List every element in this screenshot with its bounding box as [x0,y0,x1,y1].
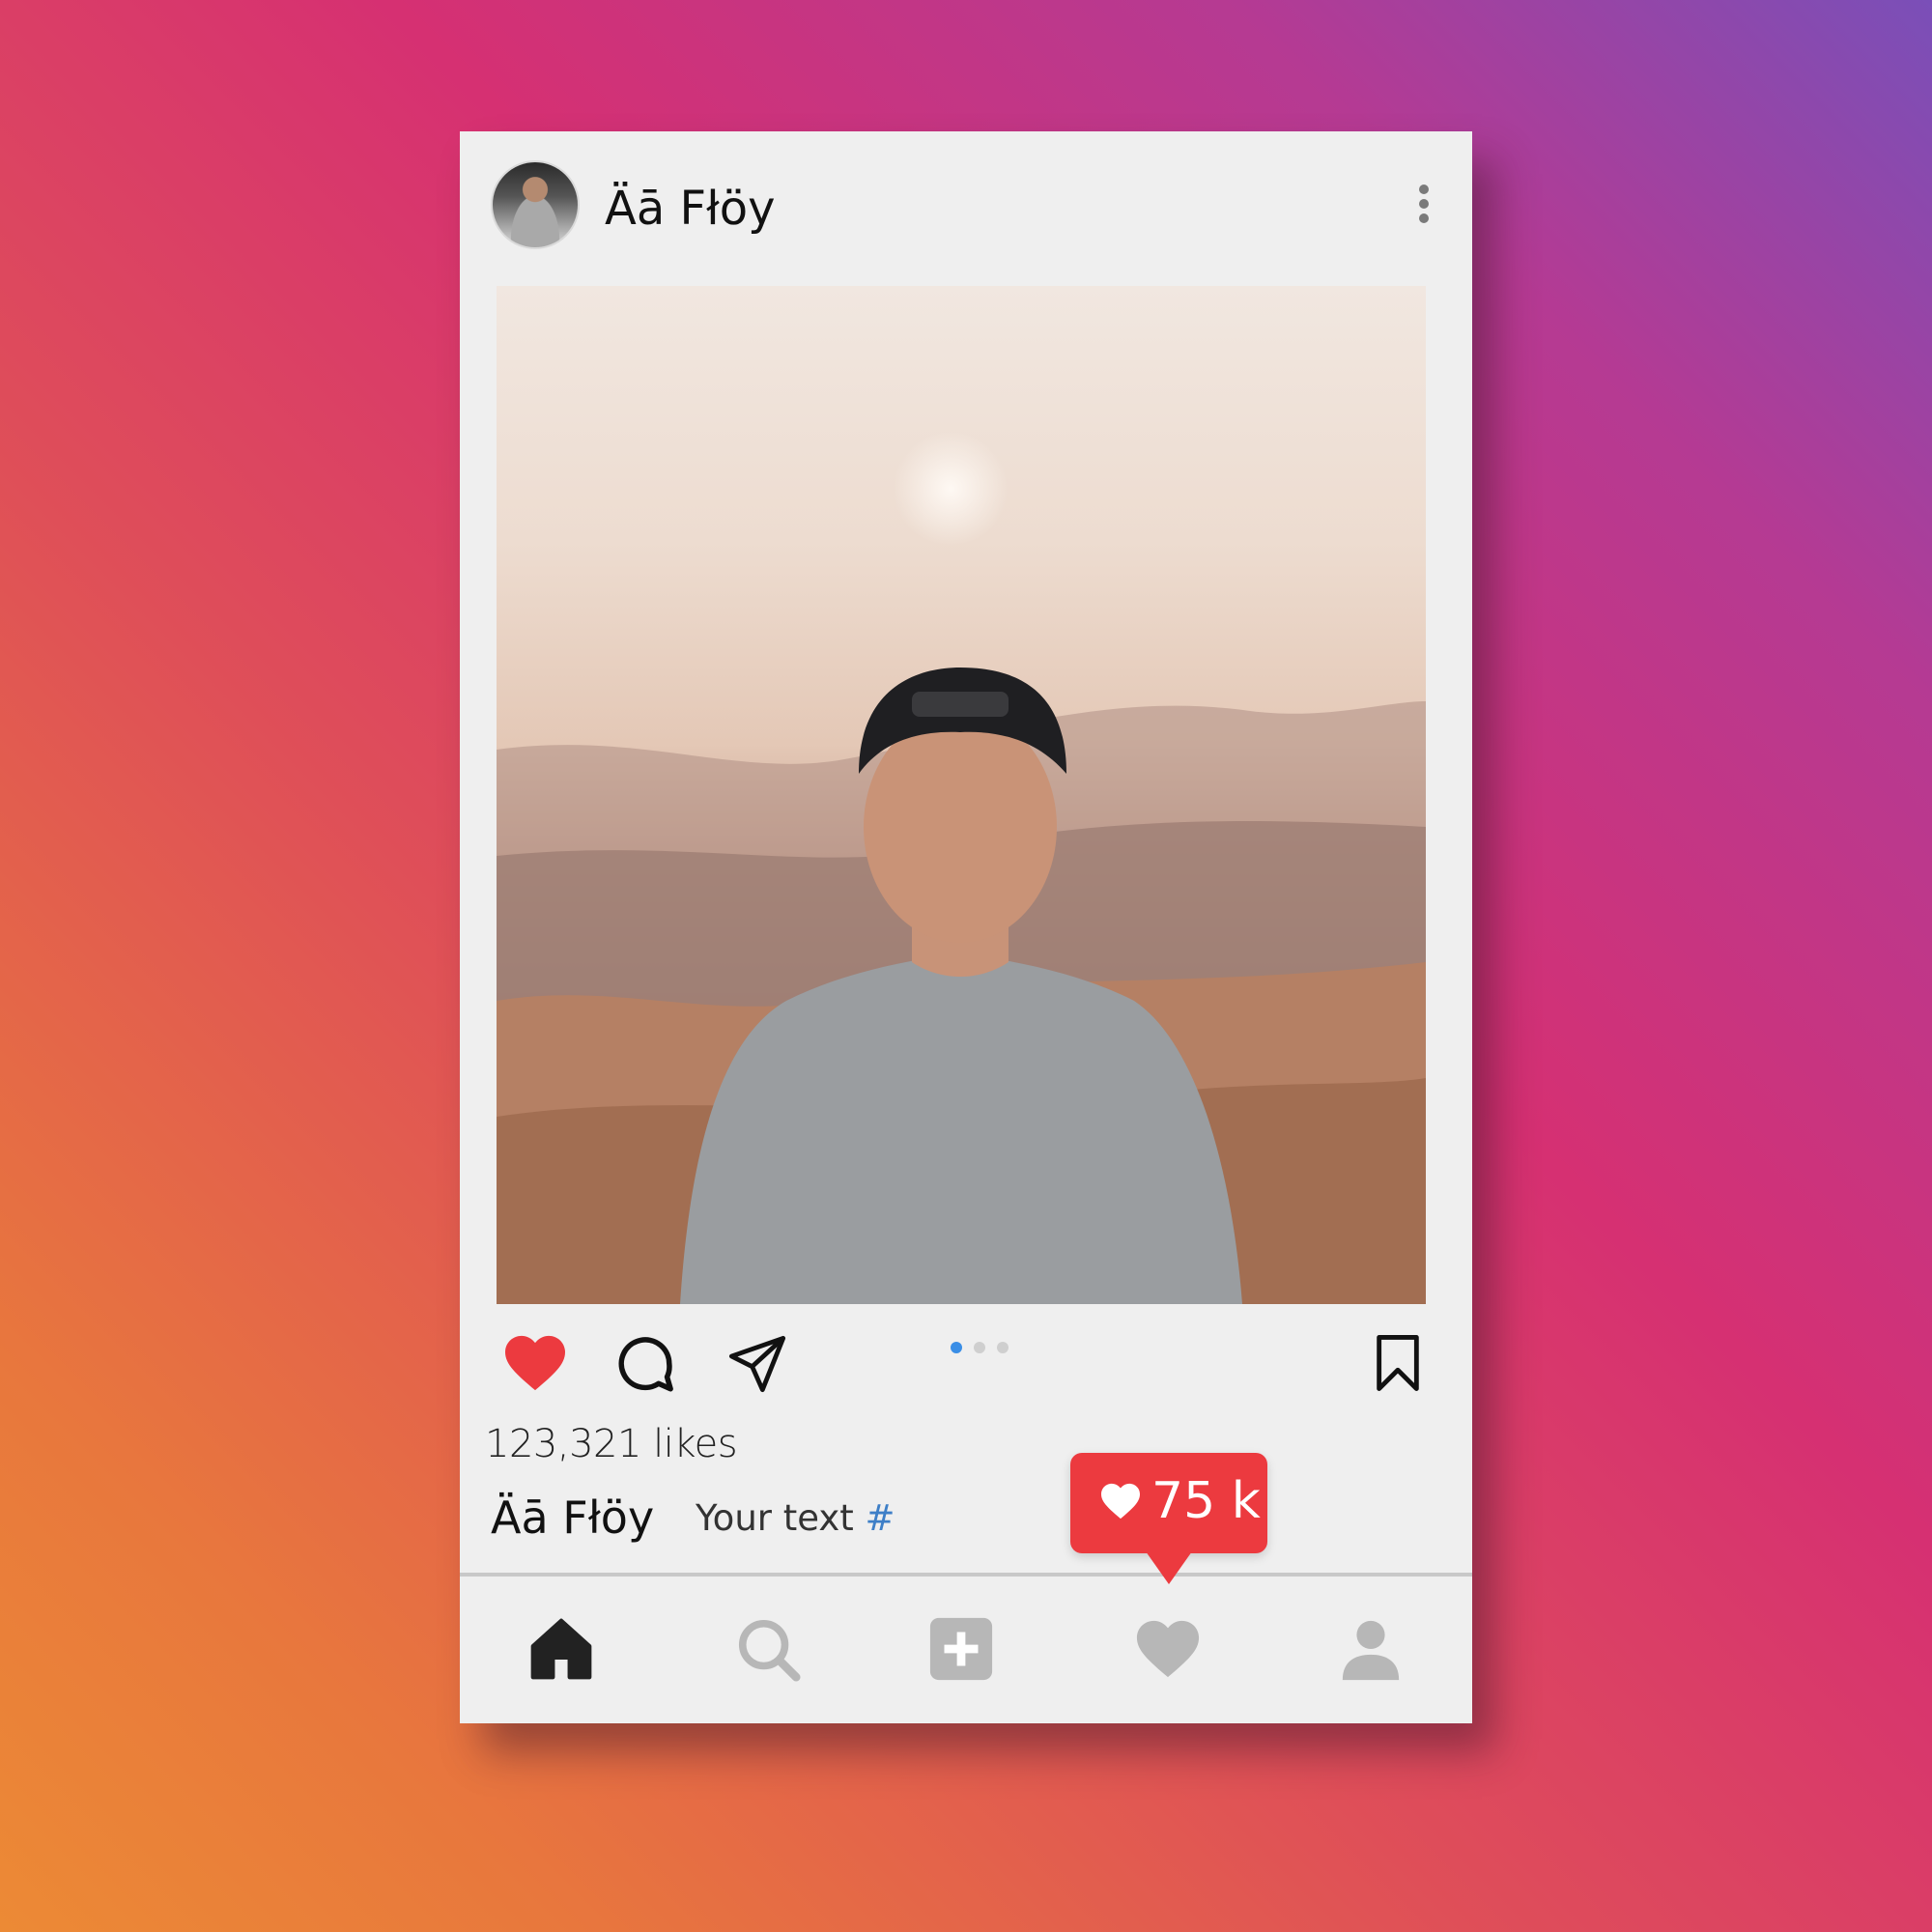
post-card: Äā Fłöy 123,321 likes Äā Fłöy Your text … [460,131,1472,1723]
post-header: Äā Fłöy [460,131,1472,286]
like-notification-badge[interactable]: 75 k [1070,1453,1267,1584]
search-icon[interactable] [734,1615,802,1683]
add-post-icon[interactable] [927,1615,995,1683]
post-username[interactable]: Äā Fłöy [605,182,776,236]
activity-heart-icon[interactable] [1134,1615,1202,1683]
person-figure [680,668,1242,1304]
caption-hashtag[interactable]: # [866,1497,895,1539]
carousel-dot-active[interactable] [951,1342,962,1353]
carousel-indicator [951,1341,1020,1358]
avatar[interactable] [491,160,580,249]
caption-body: Your text [696,1497,866,1539]
likes-count[interactable]: 123,321 likes [485,1422,738,1466]
home-icon[interactable] [527,1615,595,1683]
post-actions [460,1304,1472,1401]
heart-icon [1101,1483,1140,1520]
vertical-dots-icon[interactable] [1416,185,1432,233]
comment-bubble-icon[interactable] [612,1333,678,1397]
heart-filled-icon[interactable] [502,1333,568,1393]
caption-text: Your text # [696,1497,895,1539]
notification-count: 75 k [1151,1472,1261,1530]
bookmark-icon[interactable] [1374,1335,1422,1391]
post-photo[interactable] [497,286,1426,1304]
carousel-dot[interactable] [974,1342,985,1353]
bottom-nav [460,1577,1472,1723]
profile-icon[interactable] [1337,1615,1405,1683]
carousel-dot[interactable] [997,1342,1009,1353]
paper-plane-icon[interactable] [726,1333,788,1395]
caption-username[interactable]: Äā Fłöy [491,1492,654,1544]
